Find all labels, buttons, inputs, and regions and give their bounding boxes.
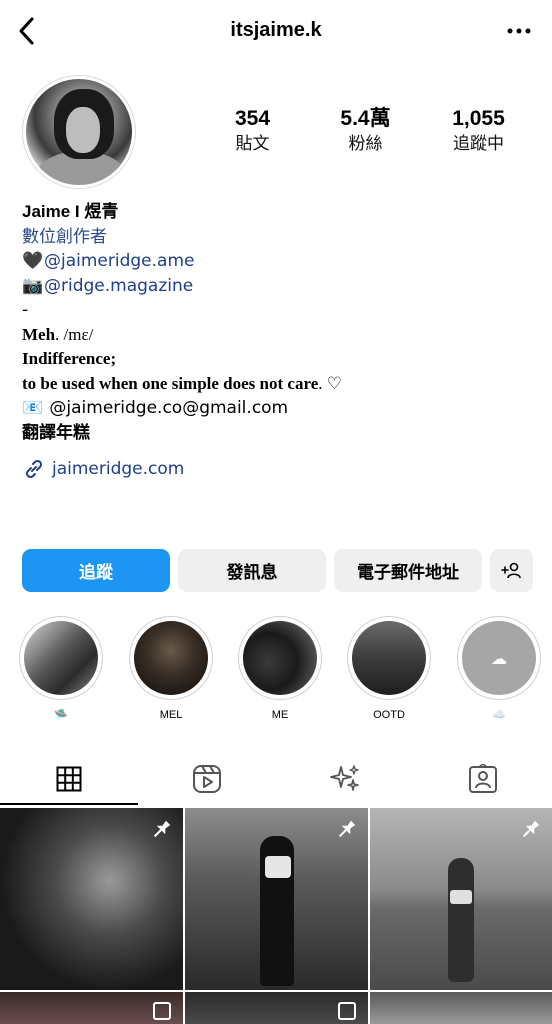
multi-post-icon	[153, 1002, 171, 1020]
highlight-cover	[352, 621, 426, 695]
post-thumbnail[interactable]	[185, 808, 368, 990]
stat-followers[interactable]: 5.4萬 粉絲	[309, 106, 422, 156]
highlight-item[interactable]: OOTD	[346, 616, 432, 722]
profile-actions: 追蹤 發訊息 電子郵件地址	[22, 549, 534, 592]
highlight-label: ☁️	[492, 709, 506, 721]
bio-line-translate[interactable]: 翻譯年糕	[22, 421, 532, 446]
reels-icon	[193, 765, 221, 793]
profile-bio: Jaime I 煜青 數位創作者 🖤@jaimeridge.ame 📷@ridg…	[22, 200, 532, 482]
mention-link[interactable]: @jaimeridge.ame	[44, 251, 194, 271]
post-thumbnail[interactable]	[0, 992, 183, 1024]
website-link[interactable]: jaimeridge.com	[52, 457, 184, 481]
multi-post-icon	[338, 1002, 356, 1020]
bio-email-text: @jaimeridge.co@gmail.com	[49, 398, 289, 418]
highlight-item[interactable]: ☁ ☁️	[456, 616, 542, 722]
bio-line-indifference: Indifference;	[22, 347, 532, 372]
following-label: 追蹤中	[453, 134, 504, 154]
more-options-button[interactable]	[506, 18, 532, 44]
tagged-user-icon	[469, 764, 497, 793]
email-button[interactable]: 電子郵件地址	[334, 549, 482, 592]
pin-icon	[153, 820, 171, 838]
pin-icon	[522, 820, 540, 838]
cloud-icon: ☁	[491, 648, 507, 668]
bio-text: . ♡	[318, 373, 342, 393]
suggested-users-button[interactable]	[490, 549, 533, 592]
more-horizontal-icon	[507, 28, 531, 34]
top-bar: itsjaime.k	[0, 0, 552, 64]
bio-line-mention-1: 🖤@jaimeridge.ame	[22, 249, 532, 274]
highlight-item[interactable]: ME	[237, 616, 323, 722]
grid-icon	[56, 766, 82, 792]
pin-icon	[338, 820, 356, 838]
highlight-cover	[243, 621, 317, 695]
message-button[interactable]: 發訊息	[178, 549, 326, 592]
followers-count: 5.4萬	[340, 107, 391, 130]
bio-line-meh: Meh. /mɛ/	[22, 323, 532, 348]
post-thumbnail[interactable]	[185, 992, 368, 1024]
highlight-item[interactable]: MEL	[128, 616, 214, 722]
camera-icon: 📷	[22, 275, 44, 296]
highlight-label: 🛸	[54, 709, 68, 721]
bio-text: . /mɛ/	[55, 324, 94, 344]
bio-line-dash: -	[22, 300, 29, 320]
follow-button[interactable]: 追蹤	[22, 549, 170, 592]
posts-count: 354	[234, 107, 271, 130]
tab-tagged[interactable]	[414, 752, 552, 806]
bio-bold-text: Meh	[22, 324, 56, 344]
highlight-item[interactable]: 🛸	[18, 616, 104, 722]
add-user-icon	[500, 562, 521, 578]
highlight-cover	[134, 621, 208, 695]
stat-posts[interactable]: 354 貼文	[196, 106, 309, 156]
highlight-label: OOTD	[373, 709, 405, 721]
following-count: 1,055	[452, 107, 505, 130]
tab-reels[interactable]	[138, 752, 276, 806]
bio-line-definition: to be used when one simple does not care…	[22, 372, 532, 397]
stat-following[interactable]: 1,055 追蹤中	[422, 106, 535, 156]
profile-tabs	[0, 752, 552, 806]
bio-line-mention-2: 📷@ridge.magazine	[22, 274, 532, 299]
post-thumbnail[interactable]	[370, 808, 552, 990]
bio-line-email: 📧 @jaimeridge.co@gmail.com	[22, 396, 532, 421]
active-tab-indicator	[0, 803, 138, 805]
posts-label: 貼文	[235, 134, 270, 154]
highlight-label: MEL	[159, 709, 183, 721]
bio-bold-text: to be used when one simple does not care	[22, 373, 319, 393]
black-heart-icon: 🖤	[22, 251, 44, 271]
story-highlights: 🛸 MEL ME OOTD ☁ ☁️	[18, 616, 552, 731]
display-name: Jaime I 煜青	[22, 202, 119, 221]
sparkles-icon	[330, 765, 359, 791]
mention-link[interactable]: @ridge.magazine	[44, 276, 193, 296]
bio-bold-text: Indifference;	[22, 349, 117, 368]
bio-website[interactable]: jaimeridge.com	[22, 457, 532, 482]
link-icon	[25, 460, 43, 479]
tab-posts-grid[interactable]	[0, 752, 138, 806]
posts-grid	[0, 808, 552, 1024]
followers-label: 粉絲	[348, 134, 383, 154]
post-thumbnail[interactable]	[0, 808, 183, 990]
post-thumbnail[interactable]	[370, 992, 552, 1024]
profile-stats: 354 貼文 5.4萬 粉絲 1,055 追蹤中	[196, 106, 536, 156]
avatar-image	[26, 79, 132, 185]
profile-avatar[interactable]	[22, 75, 136, 189]
highlight-label: ME	[271, 709, 289, 721]
highlight-cover	[24, 621, 98, 695]
highlight-cover: ☁	[462, 621, 536, 695]
profile-category[interactable]: 數位創作者	[22, 225, 532, 250]
tab-effects[interactable]	[276, 752, 414, 806]
envelope-icon: 📧	[22, 398, 44, 418]
profile-username: itsjaime.k	[230, 19, 322, 41]
